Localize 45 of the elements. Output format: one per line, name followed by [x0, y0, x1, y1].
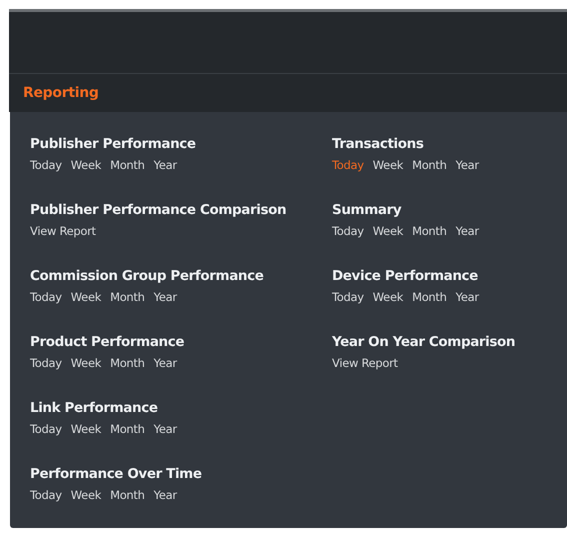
report-link[interactable]: Month	[110, 290, 145, 304]
report-link[interactable]: Today	[30, 290, 62, 304]
report-title: Publisher Performance	[30, 136, 197, 152]
report-link[interactable]: Week	[372, 158, 404, 172]
report-title: Year On Year Comparison	[332, 334, 516, 350]
report-link[interactable]: Year	[154, 488, 177, 502]
report-link[interactable]: Year	[456, 290, 479, 304]
report-title: Performance Over Time	[30, 466, 203, 482]
report-link[interactable]: Month	[110, 488, 145, 502]
report-link[interactable]: Month	[412, 290, 447, 304]
report-link[interactable]: View Report	[30, 224, 96, 238]
report-link[interactable]: Week	[372, 224, 404, 238]
report-title: Device Performance	[332, 268, 479, 284]
reporting-menu-tab[interactable]: Reporting	[9, 85, 113, 101]
report-link[interactable]: Today	[332, 224, 364, 238]
report-link[interactable]: Today	[30, 356, 62, 370]
report-link[interactable]: Month	[412, 224, 447, 238]
report-link[interactable]: Today	[332, 158, 364, 172]
report-link[interactable]: Year	[456, 224, 479, 238]
report-link[interactable]: View Report	[332, 356, 398, 370]
report-title: Product Performance	[30, 334, 186, 350]
report-link[interactable]: Year	[154, 422, 177, 436]
report-link[interactable]: Month	[110, 356, 145, 370]
report-title: Publisher Performance Comparison	[30, 202, 288, 218]
report-title: Commission Group Performance	[30, 268, 264, 284]
report-link[interactable]: Week	[70, 158, 102, 172]
report-link[interactable]: Year	[456, 158, 479, 172]
report-link[interactable]: Today	[332, 290, 364, 304]
report-link[interactable]: Year	[154, 290, 177, 304]
report-link[interactable]: Today	[30, 422, 62, 436]
report-link[interactable]: Month	[110, 158, 145, 172]
report-link[interactable]: Year	[154, 158, 177, 172]
report-link[interactable]: Today	[30, 488, 62, 502]
report-link[interactable]: Today	[30, 158, 62, 172]
report-link[interactable]: Week	[70, 422, 102, 436]
report-link[interactable]: Week	[70, 290, 102, 304]
report-link[interactable]: Year	[154, 356, 177, 370]
report-link[interactable]: Month	[110, 422, 145, 436]
report-title: Transactions	[332, 136, 424, 152]
report-title: Summary	[332, 202, 402, 218]
report-link[interactable]: Month	[412, 158, 447, 172]
report-link[interactable]: Week	[70, 356, 102, 370]
report-link[interactable]: Week	[372, 290, 404, 304]
report-title: Link Performance	[30, 400, 159, 416]
report-link[interactable]: Week	[70, 488, 102, 502]
